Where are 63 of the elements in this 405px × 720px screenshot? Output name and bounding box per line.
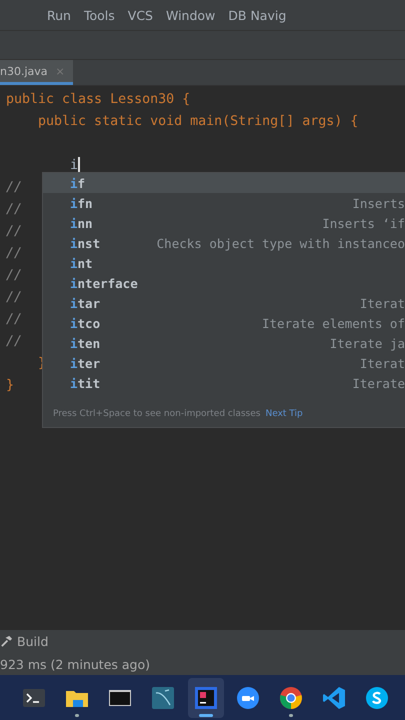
running-indicator (74, 714, 79, 716)
keyword-suggestion: int (70, 256, 93, 270)
code-line: } (6, 378, 14, 392)
running-indicator (289, 714, 294, 716)
running-indicator (198, 714, 212, 716)
next-tip-link[interactable]: Next Tip (265, 409, 303, 419)
suggestion-description: Iterat (360, 296, 405, 310)
hint-text: Press Ctrl+Space to see non-imported classes (53, 409, 260, 419)
completion-item[interactable]: itit Iterate (43, 373, 405, 393)
suggestion-description: Iterate ja (330, 336, 405, 350)
comment-marker: // (6, 246, 22, 260)
video-call-icon (236, 686, 260, 710)
keyword-suggestion: iter (70, 356, 100, 370)
keyword-suggestion: inn (70, 216, 93, 230)
file-tab[interactable]: n30.java × (0, 60, 73, 85)
suggestion-description: Inserts (352, 196, 405, 210)
completion-item[interactable]: if (43, 173, 405, 193)
completion-item[interactable]: inn Inserts ‘if (43, 213, 405, 233)
build-tab[interactable]: Build (17, 634, 48, 649)
keyword-suggestion: ifn (70, 196, 93, 210)
menu-item[interactable]: Run (47, 8, 71, 22)
suggestion-description: Iterat (360, 356, 405, 370)
code-line: i (70, 158, 78, 172)
completion-item[interactable]: interface (43, 273, 405, 293)
comment-marker: // (6, 180, 22, 194)
taskbar-app[interactable] (188, 678, 224, 718)
keyword-suggestion: inst (70, 236, 100, 250)
keyword-suggestion: itit (70, 376, 100, 390)
code-line: public static void main(String[] args) { (37, 114, 358, 128)
suggestion-description: Iterate (352, 376, 405, 390)
comment-marker: // (6, 202, 22, 216)
comment-marker: // (6, 224, 22, 238)
hammer-icon (0, 635, 13, 648)
suggestion-description: Inserts ‘if (322, 216, 405, 230)
code-editor-icon (322, 686, 346, 710)
comment-marker: // (6, 268, 22, 282)
menu-item[interactable]: VCS (128, 8, 153, 22)
completion-item[interactable]: itco Iterate elements of (43, 313, 405, 333)
ide-icon (194, 686, 218, 710)
keyword-suggestion: if (70, 176, 86, 190)
menu-item[interactable]: Tools (84, 8, 115, 22)
completion-item[interactable]: int (43, 253, 405, 273)
completion-item[interactable]: ifn Inserts (43, 193, 405, 213)
comment-marker: // (6, 334, 22, 348)
suggestion-description: Iterate elements of (262, 316, 405, 330)
menu-item[interactable]: Window (166, 8, 216, 22)
keyword-suggestion: itar (70, 296, 100, 310)
browser-icon (279, 686, 304, 710)
code-line: public class Lesson30 { (6, 92, 190, 106)
completion-item[interactable]: iter Iterat (43, 353, 405, 373)
keyword-suggestion: interface (70, 276, 138, 290)
completion-item[interactable]: itar Iterat (43, 293, 405, 313)
completion-item[interactable]: inst Checks object type with instanceo (43, 233, 405, 253)
keyword-suggestion: iten (70, 336, 100, 350)
build-status: 923 ms (2 minutes ago) (0, 656, 151, 674)
chat-icon (365, 686, 389, 710)
text-caret (78, 157, 80, 173)
suggestion-description: Checks object type with instanceo (156, 236, 405, 250)
comment-marker: // (6, 312, 22, 326)
menu-item[interactable]: DB Navig (228, 8, 286, 22)
keyword-suggestion: itco (70, 316, 100, 330)
comment-marker: // (6, 290, 22, 304)
completion-item[interactable]: iten Iterate ja (43, 333, 405, 353)
